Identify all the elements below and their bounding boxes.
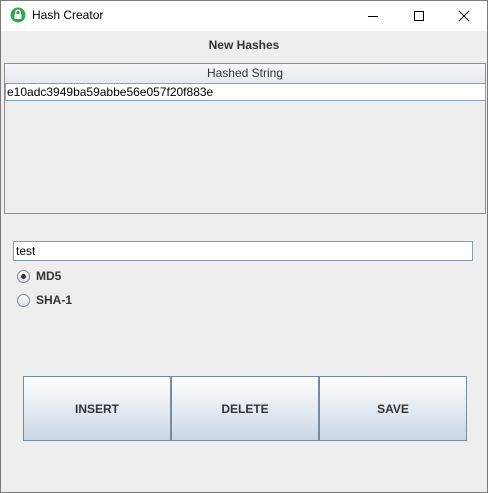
close-icon	[458, 10, 470, 22]
minimize-button[interactable]	[350, 1, 396, 31]
title-bar[interactable]: Hash Creator	[1, 1, 487, 31]
radio-unselected-icon[interactable]	[17, 293, 30, 307]
sha1-label: SHA-1	[36, 293, 73, 307]
sha1-radio[interactable]: SHA-1	[17, 293, 72, 307]
save-button[interactable]: SAVE	[319, 376, 467, 441]
table-header-hashed-string[interactable]: Hashed String	[5, 64, 485, 84]
string-input[interactable]	[13, 241, 473, 261]
md5-radio[interactable]: MD5	[17, 269, 61, 283]
close-button[interactable]	[441, 1, 487, 31]
hash-table[interactable]: Hashed String e10adc3949ba59abbe56e057f2…	[4, 63, 486, 214]
section-title: New Hashes	[208, 38, 280, 52]
radio-selected-icon[interactable]	[17, 269, 30, 283]
maximize-icon	[414, 11, 424, 21]
maximize-button[interactable]	[396, 1, 442, 31]
lock-icon	[10, 7, 26, 23]
md5-label: MD5	[36, 269, 62, 283]
table-row[interactable]: e10adc3949ba59abbe56e057f20f883e	[5, 83, 486, 101]
minimize-icon	[368, 16, 378, 17]
app-window: Hash Creator New Hashes Hashed String e1…	[0, 0, 488, 493]
window-title: Hash Creator	[32, 8, 104, 22]
insert-button[interactable]: INSERT	[23, 376, 171, 441]
delete-button[interactable]: DELETE	[171, 376, 319, 441]
